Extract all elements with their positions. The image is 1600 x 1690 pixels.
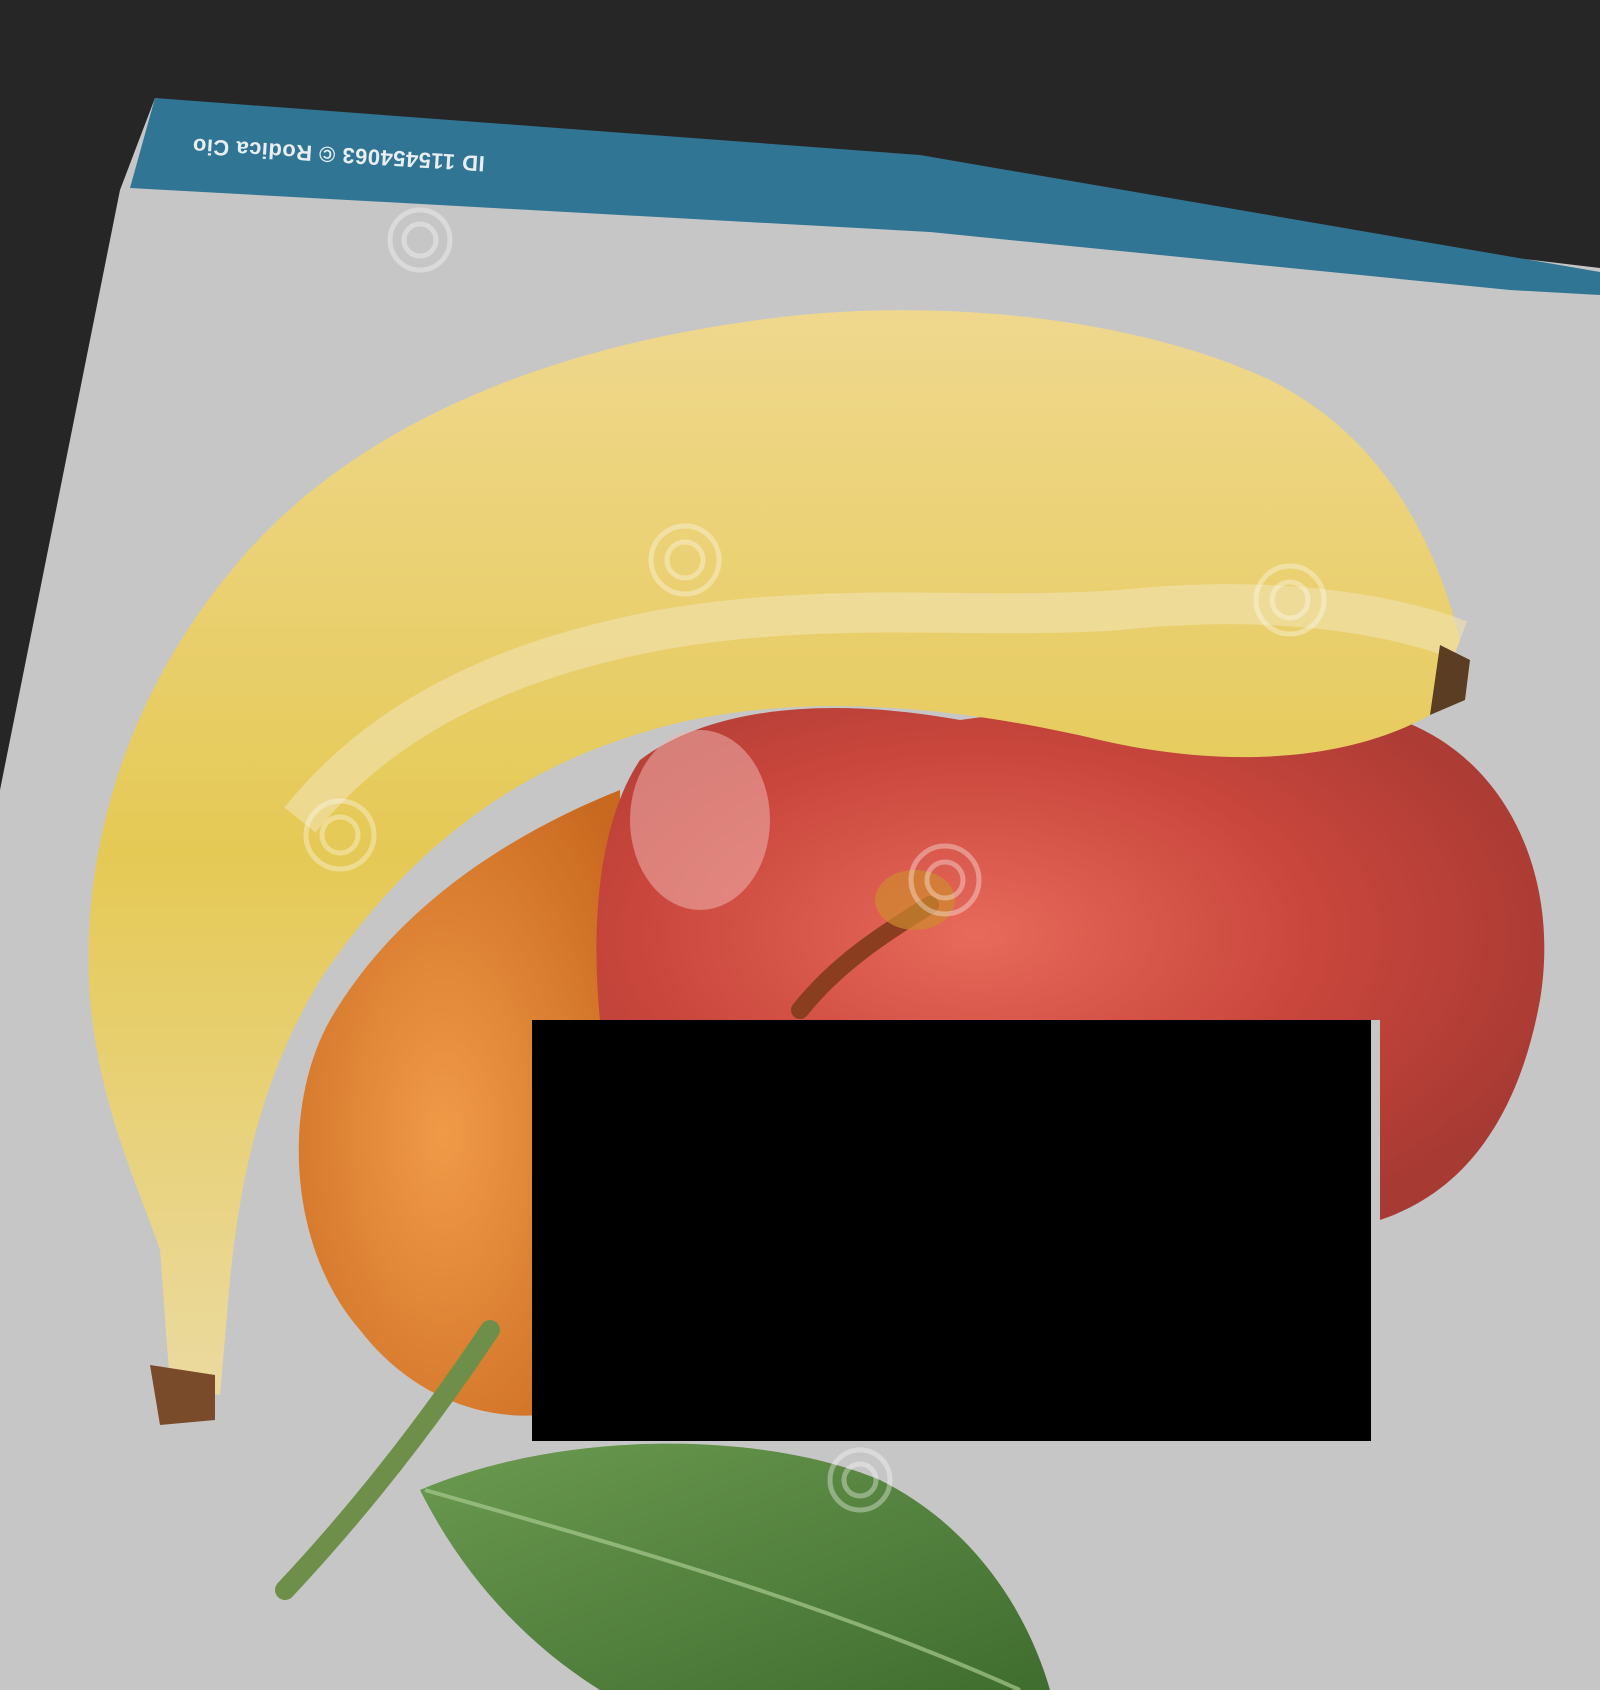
banana-stalk-end (150, 1365, 215, 1425)
photo-viewer: ID 115454063 © Rodica Cio (0, 0, 1600, 1690)
redaction-box (532, 1020, 1371, 1441)
apple-highlight (630, 730, 770, 910)
